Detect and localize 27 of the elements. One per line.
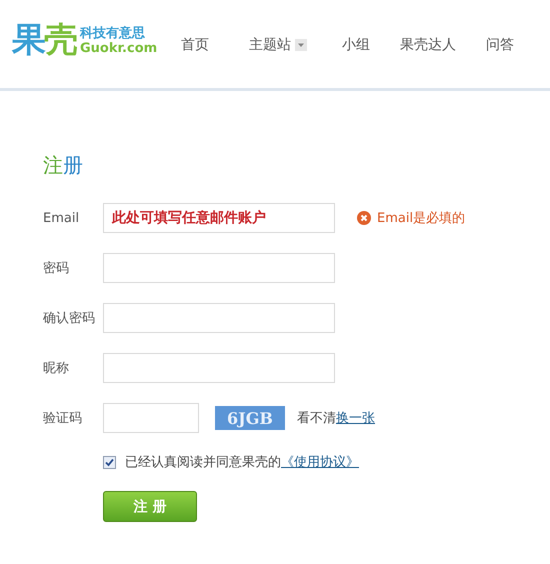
field-label: 确认密码: [43, 310, 96, 327]
field-label: 昵称: [43, 360, 70, 377]
agreement-text: 已经认真阅读并同意果壳的: [125, 454, 281, 471]
nav-link[interactable]: 主题站: [249, 36, 342, 54]
page-title: 注册: [43, 153, 84, 177]
error-icon: [357, 211, 371, 225]
field-label: Email: [43, 210, 80, 226]
input-field[interactable]: [103, 253, 335, 283]
captcha-field[interactable]: [103, 403, 199, 433]
dropdown-icon[interactable]: [295, 39, 308, 51]
nav-link[interactable]: 小组: [342, 36, 400, 54]
error-message: Email是必填的: [377, 210, 466, 227]
refresh-captcha-link[interactable]: 换一张: [336, 409, 375, 427]
captcha-image: 6JGB: [215, 406, 285, 430]
nav-link[interactable]: 问答: [486, 36, 514, 54]
input-field[interactable]: 此处可填写任意邮件账户: [103, 203, 335, 233]
field-label: 密码: [43, 260, 70, 277]
logo-tagline: 科技有意思: [80, 26, 146, 41]
field-label: 验证码: [43, 410, 83, 427]
captcha-hint: 看不清: [297, 410, 336, 427]
nav-link[interactable]: 果壳达人: [400, 36, 486, 54]
logo-domain: Guokr.com: [80, 41, 158, 56]
input-field[interactable]: [103, 353, 335, 383]
input-field[interactable]: [103, 303, 335, 333]
terms-link[interactable]: 《使用协议》: [281, 453, 359, 471]
agreement-checkbox[interactable]: [103, 456, 116, 468]
nav-link[interactable]: 首页: [181, 36, 250, 54]
